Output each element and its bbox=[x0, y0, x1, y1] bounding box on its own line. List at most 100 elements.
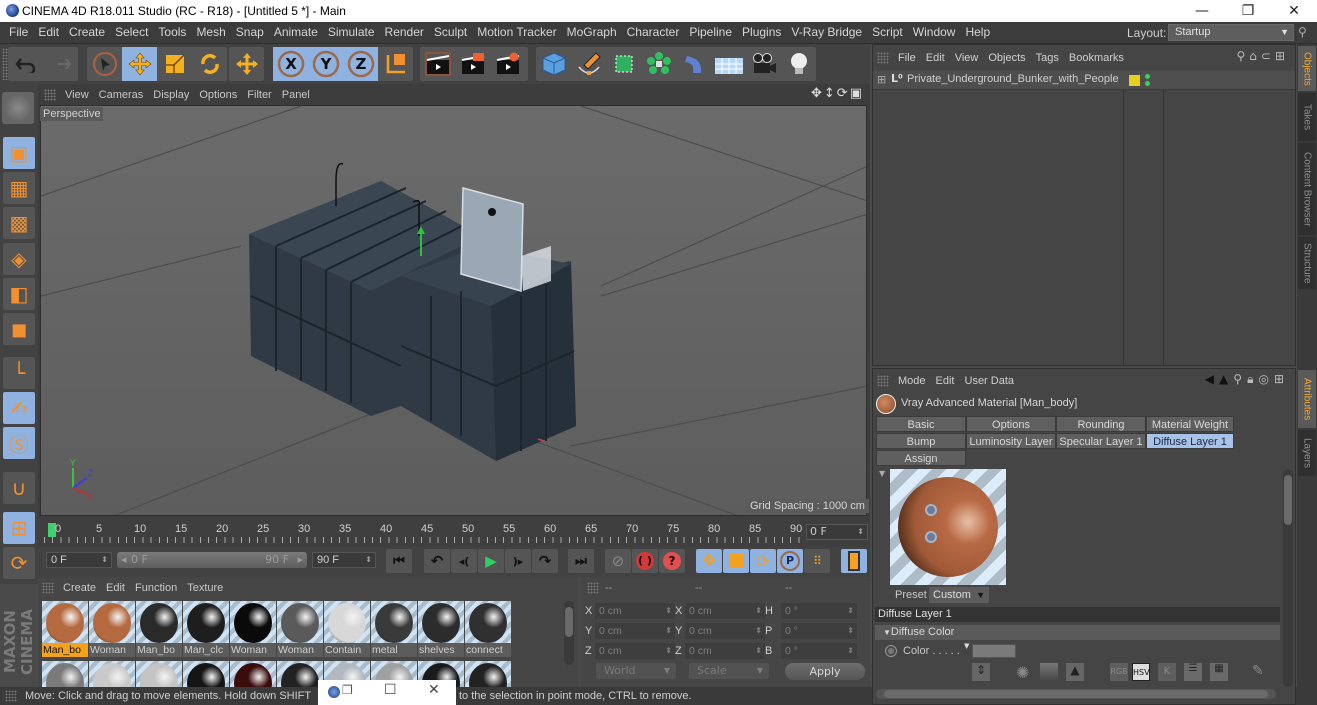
spinner-icon[interactable]: ⬍ bbox=[665, 623, 672, 639]
menu-simulate[interactable]: Simulate bbox=[323, 22, 380, 43]
side-tab-takes[interactable]: Takes bbox=[1298, 93, 1316, 141]
pen-spline-button[interactable] bbox=[571, 47, 606, 81]
mixer-icon[interactable]: ☰ bbox=[1184, 663, 1202, 681]
recent-tool-button[interactable] bbox=[229, 47, 264, 81]
undo-button[interactable] bbox=[8, 47, 43, 81]
material-thumbnail[interactable] bbox=[183, 601, 229, 645]
coord-field[interactable]: 0 ° ⬍ bbox=[781, 603, 857, 619]
tab-material-weight[interactable]: Material Weight bbox=[1146, 416, 1234, 432]
menu-motion-tracker[interactable]: Motion Tracker bbox=[472, 22, 561, 43]
rotate-key-button[interactable]: ⟳ bbox=[750, 549, 776, 573]
param-key-button[interactable]: P bbox=[777, 549, 803, 573]
collapse-preview-icon[interactable]: ▼ bbox=[879, 469, 885, 478]
side-tab-layers[interactable]: Layers bbox=[1298, 430, 1316, 476]
tweak-mode-button[interactable]: ✍ bbox=[3, 392, 35, 424]
side-tab-content-browser[interactable]: Content Browser bbox=[1298, 143, 1316, 235]
material-thumbnail[interactable] bbox=[136, 601, 182, 645]
material-menu-edit[interactable]: Edit bbox=[101, 578, 130, 598]
lock-icon[interactable]: 🔒︎ bbox=[1247, 372, 1258, 386]
viewport-menu-view[interactable]: View bbox=[60, 86, 94, 104]
keyframe-selection-button[interactable]: ? bbox=[659, 549, 685, 573]
axis-mode-button[interactable]: └ bbox=[3, 357, 35, 389]
live-selection-button[interactable] bbox=[87, 47, 122, 81]
spinner-icon[interactable]: ⬍ bbox=[665, 643, 672, 659]
camera-button[interactable] bbox=[746, 47, 781, 81]
autokey-button[interactable]: ( ) bbox=[632, 549, 658, 573]
side-tab-structure[interactable]: Structure bbox=[1298, 237, 1316, 289]
bunker-model[interactable] bbox=[249, 162, 576, 461]
color-swatch[interactable] bbox=[972, 644, 1016, 658]
end-frame-field[interactable]: 90 F ⬍ bbox=[312, 552, 376, 568]
search-icon[interactable]: ⚲ bbox=[1236, 49, 1249, 63]
solo-mode-button[interactable]: Ⓢ bbox=[3, 427, 35, 459]
menu-script[interactable]: Script bbox=[867, 22, 908, 43]
material-thumbnail[interactable] bbox=[324, 601, 370, 645]
menu-character[interactable]: Character bbox=[622, 22, 685, 43]
timeline-ruler[interactable]: 0 5 10 15 20 25 30 35 40 45 50 55 60 65 70 75 80 85 90 bbox=[44, 521, 802, 543]
viewport-menu-cameras[interactable]: Cameras bbox=[94, 86, 149, 104]
previous-key-button[interactable]: ↶ bbox=[424, 549, 450, 573]
preset-select[interactable]: Custom ▼ bbox=[929, 587, 989, 603]
tab-specular-layer-1[interactable]: Specular Layer 1 bbox=[1056, 433, 1146, 449]
object-menu-objects[interactable]: Objects bbox=[983, 47, 1030, 69]
menu-pipeline[interactable]: Pipeline bbox=[684, 22, 737, 43]
menu-tools[interactable]: Tools bbox=[153, 22, 191, 43]
record-button[interactable]: ⊘ bbox=[605, 549, 631, 573]
spinner-icon[interactable]: ⬍ bbox=[755, 643, 762, 659]
scale-key-button[interactable] bbox=[723, 549, 749, 573]
cube-button[interactable] bbox=[536, 47, 571, 81]
attribute-grip[interactable] bbox=[877, 375, 889, 387]
kelvin-mode-button[interactable]: K bbox=[1158, 663, 1176, 681]
play-button[interactable]: ▶ bbox=[478, 549, 504, 573]
coord-field[interactable]: 0 ° ⬍ bbox=[781, 623, 857, 639]
object-grip[interactable] bbox=[877, 52, 889, 64]
camera-label[interactable]: Perspective bbox=[40, 107, 104, 121]
collapse-icon[interactable]: ⊂ bbox=[1261, 49, 1275, 63]
editor-visibility-dot[interactable] bbox=[1145, 74, 1150, 79]
polygons-mode-button[interactable]: ◼ bbox=[3, 313, 35, 345]
tab-options[interactable]: Options bbox=[966, 416, 1056, 432]
side-tab-attributes[interactable]: Attributes bbox=[1298, 370, 1316, 428]
minimize-button[interactable]: — bbox=[1179, 0, 1225, 22]
material-menu-create[interactable]: Create bbox=[58, 578, 101, 598]
object-menu-edit[interactable]: Edit bbox=[921, 47, 950, 69]
maximize-icon[interactable]: ☐ bbox=[384, 682, 397, 698]
v-scroll-thumb[interactable] bbox=[1284, 475, 1292, 525]
side-tab-objects[interactable]: Objects bbox=[1298, 46, 1316, 91]
viewport-menu-options[interactable]: Options bbox=[194, 86, 242, 104]
material-thumbnail[interactable] bbox=[465, 661, 511, 687]
material-name[interactable]: Woman bbox=[230, 643, 276, 657]
coord-field[interactable]: 0 cm ⬍ bbox=[685, 623, 765, 639]
current-frame-field[interactable]: 0 F ⬍ bbox=[806, 524, 868, 540]
material-menu-function[interactable]: Function bbox=[130, 578, 182, 598]
diffuse-color-group[interactable]: ▼Diffuse Color bbox=[875, 625, 1280, 640]
layout-select[interactable]: Startup ▼ bbox=[1168, 24, 1294, 41]
rotate-tool-button[interactable] bbox=[192, 47, 227, 81]
swatches-icon[interactable]: ▦ bbox=[1210, 663, 1228, 681]
search-icon[interactable]: ⚲ bbox=[1298, 25, 1307, 39]
search-icon[interactable]: ⚲ bbox=[1233, 372, 1247, 386]
points-mode-button[interactable]: ◈ bbox=[3, 243, 35, 275]
snap-button[interactable]: ∪ bbox=[3, 472, 35, 504]
spinner-icon[interactable]: ⬍ bbox=[847, 603, 854, 619]
viewport-menu-display[interactable]: Display bbox=[148, 86, 194, 104]
coord-field[interactable]: 0 ° ⬍ bbox=[781, 643, 857, 659]
floor-button[interactable] bbox=[711, 47, 746, 81]
menu-plugins[interactable]: Plugins bbox=[737, 22, 786, 43]
color-wheel-icon[interactable]: ✺ bbox=[1016, 663, 1029, 682]
menu-mesh[interactable]: Mesh bbox=[191, 22, 230, 43]
material-thumbnail[interactable] bbox=[89, 601, 135, 645]
material-thumbnail[interactable] bbox=[230, 601, 276, 645]
animate-radio[interactable] bbox=[885, 645, 897, 657]
orbit-icon[interactable]: ⟳ bbox=[837, 86, 850, 101]
material-thumbnail[interactable] bbox=[136, 661, 182, 687]
hsv-mode-button[interactable]: HSV bbox=[1132, 663, 1150, 681]
coord-field[interactable]: 0 cm ⬍ bbox=[595, 623, 675, 639]
texture-mode-button[interactable]: ▦ bbox=[3, 172, 35, 204]
workplane-align-button[interactable]: ⟳ bbox=[3, 547, 35, 579]
coord-field[interactable]: 0 cm ⬍ bbox=[595, 643, 675, 659]
next-key-button[interactable]: ↷ bbox=[532, 549, 558, 573]
spectrum-icon[interactable] bbox=[1040, 663, 1058, 681]
attribute-vertical-scrollbar[interactable] bbox=[1283, 469, 1293, 687]
z-axis-button[interactable]: Z bbox=[343, 47, 378, 81]
